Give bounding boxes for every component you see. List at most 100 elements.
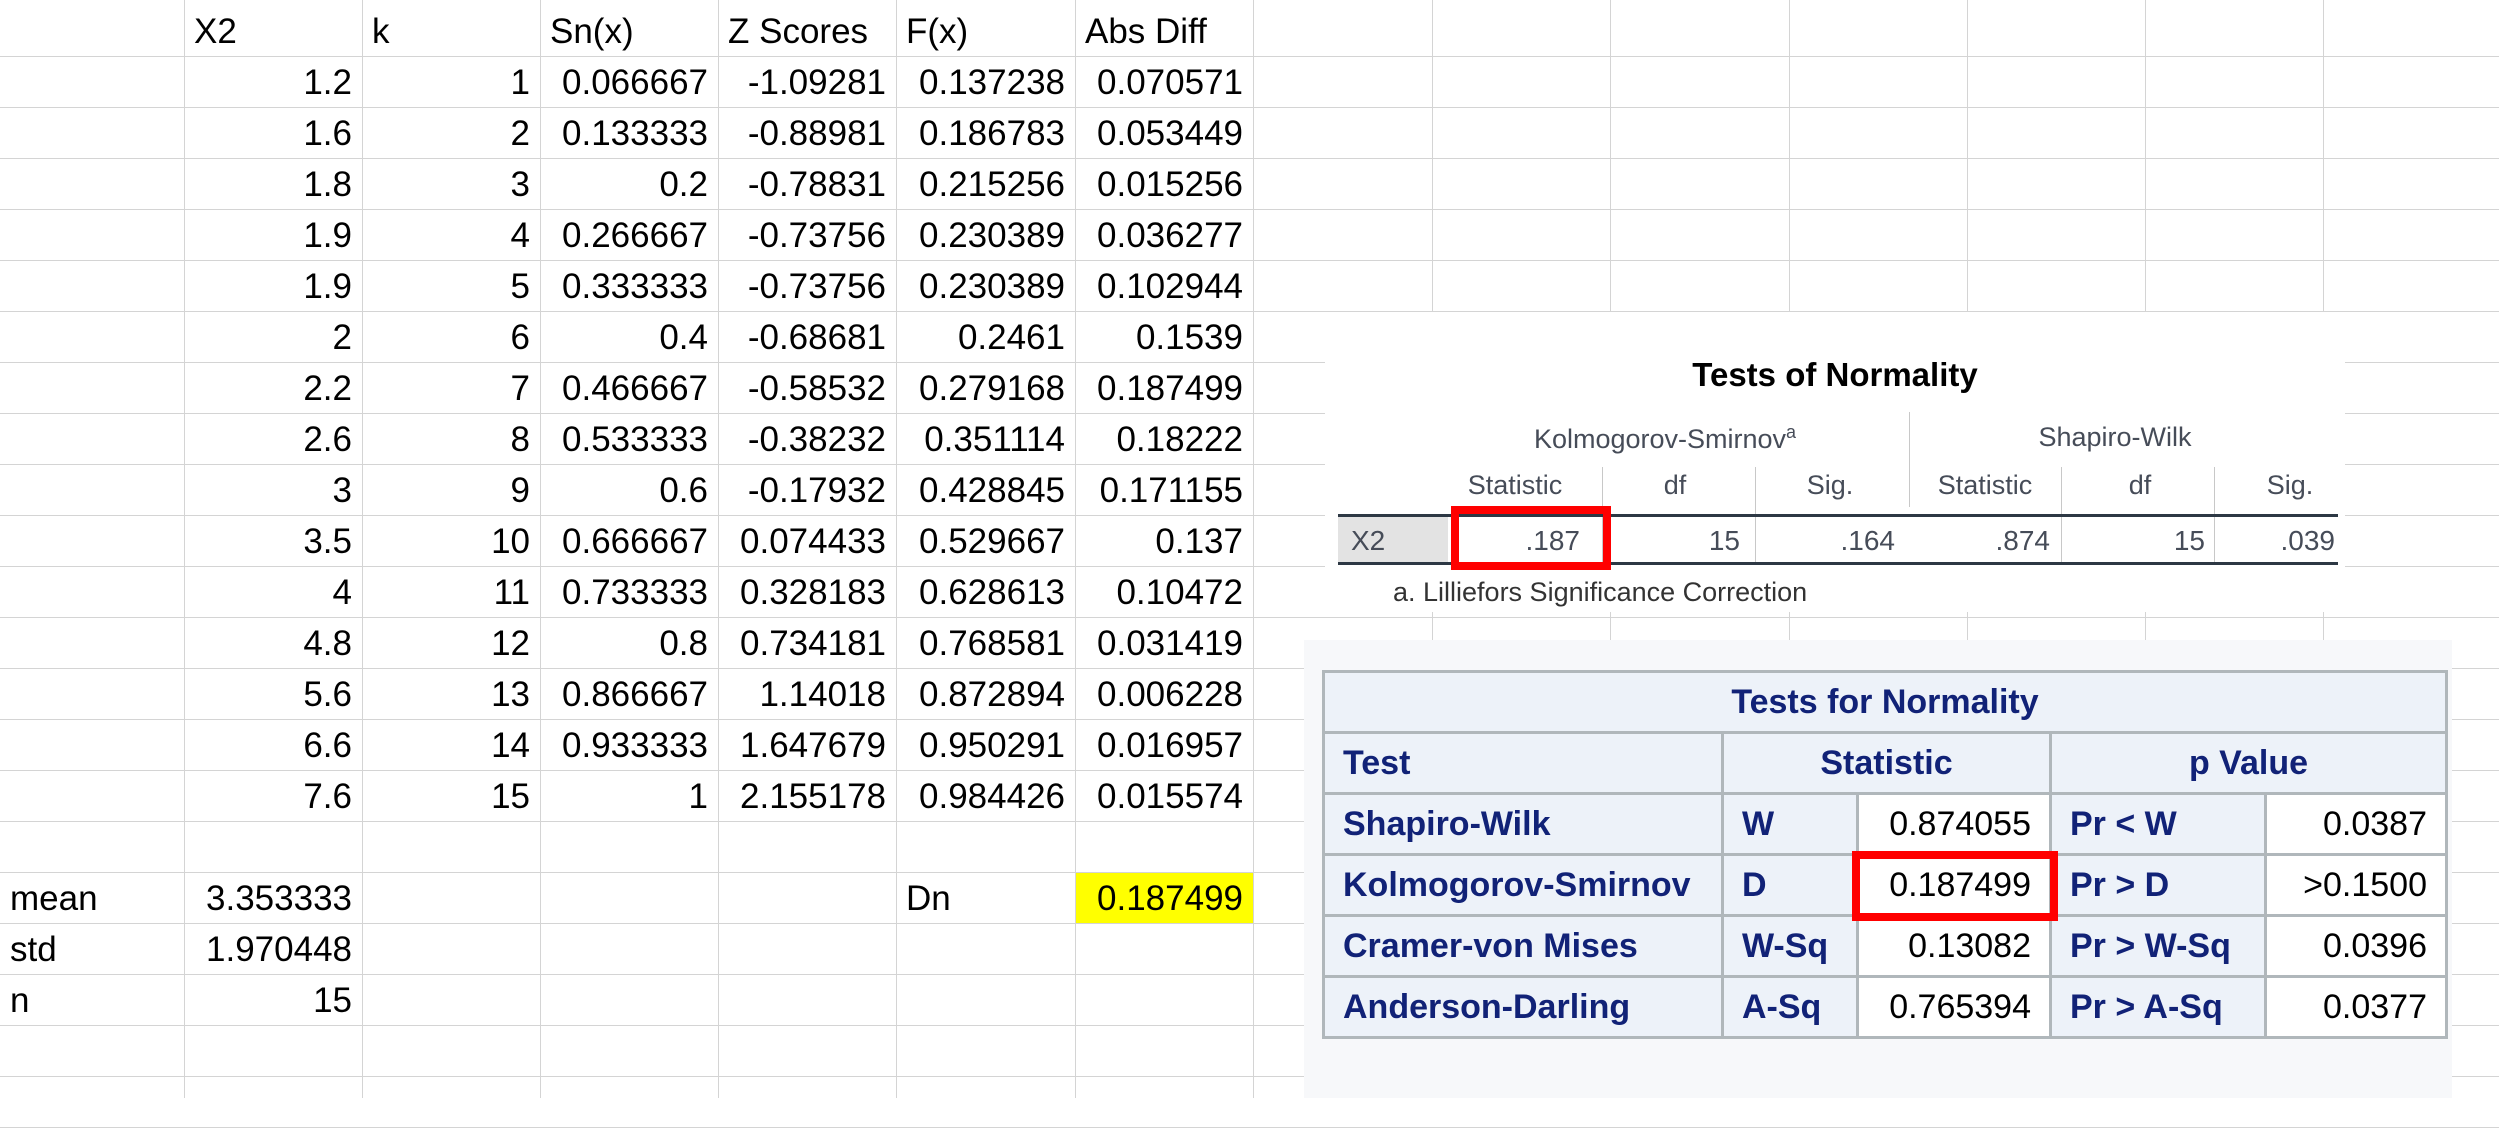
data-cell[interactable]: 3 xyxy=(372,159,530,210)
data-cell[interactable]: 0.133333 xyxy=(550,108,708,159)
data-cell[interactable]: -1.09281 xyxy=(728,57,886,108)
data-cell[interactable]: 0.866667 xyxy=(550,669,708,720)
data-cell[interactable]: 0.215256 xyxy=(906,159,1065,210)
data-cell[interactable]: 7.6 xyxy=(194,771,352,822)
data-cell[interactable]: 3.5 xyxy=(194,516,352,567)
data-cell[interactable]: 0.466667 xyxy=(550,363,708,414)
summary-label[interactable]: mean xyxy=(10,873,174,924)
data-cell[interactable]: 0.053449 xyxy=(1085,108,1243,159)
data-cell[interactable]: 0.733333 xyxy=(550,567,708,618)
dn-value[interactable]: 0.187499 xyxy=(1085,873,1243,924)
data-cell[interactable]: 0.428845 xyxy=(906,465,1065,516)
data-cell[interactable]: 0.137238 xyxy=(906,57,1065,108)
data-cell[interactable]: 0.950291 xyxy=(906,720,1065,771)
data-cell[interactable]: 1.9 xyxy=(194,261,352,312)
data-cell[interactable]: 0.1539 xyxy=(1085,312,1243,363)
data-cell[interactable]: 0.031419 xyxy=(1085,618,1243,669)
data-cell[interactable]: 0.734181 xyxy=(728,618,886,669)
data-cell[interactable]: 4 xyxy=(372,210,530,261)
data-cell[interactable]: 11 xyxy=(372,567,530,618)
data-cell[interactable]: 0.628613 xyxy=(906,567,1065,618)
data-cell[interactable]: 1.6 xyxy=(194,108,352,159)
data-cell[interactable]: 0.4 xyxy=(550,312,708,363)
data-cell[interactable]: 0.933333 xyxy=(550,720,708,771)
summary-label[interactable]: n xyxy=(10,975,174,1026)
data-cell[interactable]: -0.38232 xyxy=(728,414,886,465)
data-cell[interactable]: -0.58532 xyxy=(728,363,886,414)
summary-value[interactable]: 3.353333 xyxy=(194,873,352,924)
data-cell[interactable]: 0.187499 xyxy=(1085,363,1243,414)
summary-value[interactable]: 15 xyxy=(194,975,352,1026)
data-cell[interactable]: 1 xyxy=(372,57,530,108)
data-cell[interactable]: 13 xyxy=(372,669,530,720)
column-header[interactable]: Abs Diff xyxy=(1085,6,1243,57)
data-cell[interactable]: 4 xyxy=(194,567,352,618)
data-cell[interactable]: 0.016957 xyxy=(1085,720,1243,771)
data-cell[interactable]: 9 xyxy=(372,465,530,516)
data-cell[interactable]: 1.2 xyxy=(194,57,352,108)
data-cell[interactable]: 0.186783 xyxy=(906,108,1065,159)
data-cell[interactable]: -0.17932 xyxy=(728,465,886,516)
data-cell[interactable]: 0.533333 xyxy=(550,414,708,465)
data-cell[interactable]: -0.88981 xyxy=(728,108,886,159)
data-cell[interactable]: 4.8 xyxy=(194,618,352,669)
column-header[interactable]: k xyxy=(372,6,530,57)
data-cell[interactable]: 12 xyxy=(372,618,530,669)
data-cell[interactable]: 0.2461 xyxy=(906,312,1065,363)
data-cell[interactable]: 1.8 xyxy=(194,159,352,210)
data-cell[interactable]: 2.2 xyxy=(194,363,352,414)
data-cell[interactable]: 0.8 xyxy=(550,618,708,669)
data-cell[interactable]: 0.18222 xyxy=(1085,414,1243,465)
data-cell[interactable]: 0.230389 xyxy=(906,210,1065,261)
data-cell[interactable]: 6 xyxy=(372,312,530,363)
data-cell[interactable]: 0.984426 xyxy=(906,771,1065,822)
summary-label[interactable]: std xyxy=(10,924,174,975)
data-cell[interactable]: 5 xyxy=(372,261,530,312)
data-cell[interactable]: 0.333333 xyxy=(550,261,708,312)
data-cell[interactable]: 2 xyxy=(372,108,530,159)
data-cell[interactable]: 0.074433 xyxy=(728,516,886,567)
column-header[interactable]: X2 xyxy=(194,6,352,57)
data-cell[interactable]: 0.279168 xyxy=(906,363,1065,414)
data-cell[interactable]: 0.2 xyxy=(550,159,708,210)
data-cell[interactable]: 14 xyxy=(372,720,530,771)
data-cell[interactable]: 0.102944 xyxy=(1085,261,1243,312)
data-cell[interactable]: 0.070571 xyxy=(1085,57,1243,108)
data-cell[interactable]: 0.10472 xyxy=(1085,567,1243,618)
data-cell[interactable]: 0.872894 xyxy=(906,669,1065,720)
data-cell[interactable]: 0.768581 xyxy=(906,618,1065,669)
data-cell[interactable]: 2.6 xyxy=(194,414,352,465)
dn-label[interactable]: Dn xyxy=(906,873,1065,924)
data-cell[interactable]: 1 xyxy=(550,771,708,822)
data-cell[interactable]: 7 xyxy=(372,363,530,414)
column-header[interactable]: Sn(x) xyxy=(550,6,708,57)
data-cell[interactable]: 2 xyxy=(194,312,352,363)
data-cell[interactable]: 3 xyxy=(194,465,352,516)
data-cell[interactable]: 0.529667 xyxy=(906,516,1065,567)
data-cell[interactable]: 0.328183 xyxy=(728,567,886,618)
data-cell[interactable]: 0.171155 xyxy=(1085,465,1243,516)
data-cell[interactable]: 0.666667 xyxy=(550,516,708,567)
data-cell[interactable]: 0.266667 xyxy=(550,210,708,261)
data-cell[interactable]: 0.006228 xyxy=(1085,669,1243,720)
data-cell[interactable]: 0.137 xyxy=(1085,516,1243,567)
data-cell[interactable]: 0.015574 xyxy=(1085,771,1243,822)
data-cell[interactable]: 5.6 xyxy=(194,669,352,720)
data-cell[interactable]: 1.647679 xyxy=(728,720,886,771)
data-cell[interactable]: 0.066667 xyxy=(550,57,708,108)
data-cell[interactable]: -0.68681 xyxy=(728,312,886,363)
data-cell[interactable]: 1.14018 xyxy=(728,669,886,720)
data-cell[interactable]: 0.230389 xyxy=(906,261,1065,312)
data-cell[interactable]: 1.9 xyxy=(194,210,352,261)
data-cell[interactable]: -0.73756 xyxy=(728,261,886,312)
data-cell[interactable]: 0.036277 xyxy=(1085,210,1243,261)
data-cell[interactable]: 0.6 xyxy=(550,465,708,516)
data-cell[interactable]: 0.351114 xyxy=(906,414,1065,465)
data-cell[interactable]: -0.73756 xyxy=(728,210,886,261)
summary-value[interactable]: 1.970448 xyxy=(194,924,352,975)
data-cell[interactable]: 6.6 xyxy=(194,720,352,771)
data-cell[interactable]: -0.78831 xyxy=(728,159,886,210)
data-cell[interactable]: 2.155178 xyxy=(728,771,886,822)
column-header[interactable]: Z Scores xyxy=(728,6,886,57)
data-cell[interactable]: 8 xyxy=(372,414,530,465)
